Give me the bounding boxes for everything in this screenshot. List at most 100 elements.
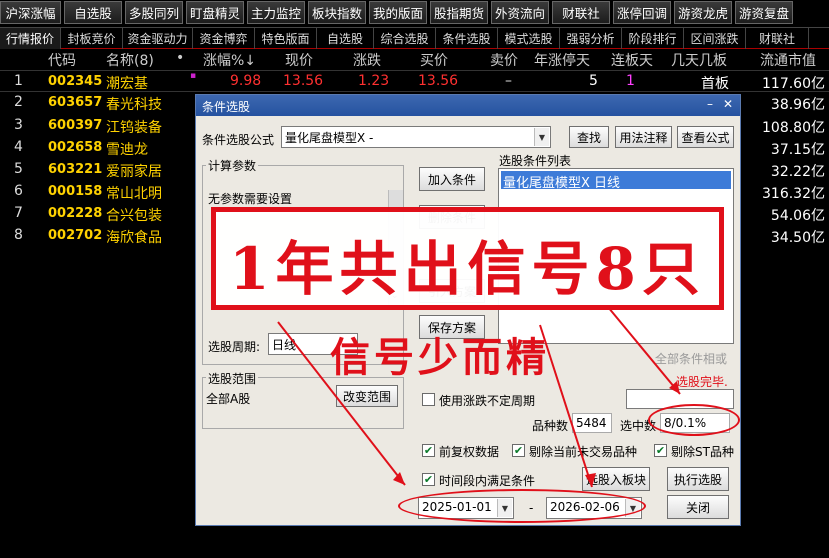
- row-index: 7: [14, 205, 23, 221]
- row-code: 002228: [48, 206, 103, 221]
- header-limit-days[interactable]: 年涨停天: [534, 50, 590, 70]
- view-formula-button[interactable]: 查看公式: [677, 126, 734, 148]
- tab-pattern-select[interactable]: 模式选股: [498, 28, 560, 49]
- header-name[interactable]: 名称(8): [106, 50, 154, 70]
- row-pct: 9.98: [230, 73, 262, 89]
- row-name: 常山北明: [106, 186, 162, 202]
- table-row[interactable]: 1 002345 潮宏基 ▪ 9.98 13.56 1.23 13.56 – 5…: [0, 70, 829, 92]
- topbar-button-main-force[interactable]: 主力监控: [247, 1, 305, 24]
- view-tab-bar: 行情报价 封板竞价 资金驱动力 资金博弈 特色版面 自选股 综合选股 条件选股 …: [0, 27, 829, 49]
- exclude-untraded-checkbox[interactable]: ✔: [512, 444, 525, 457]
- topbar-button-sector-index[interactable]: 板块指数: [308, 1, 366, 24]
- date-to-picker[interactable]: 2026-02-06 ▼: [546, 497, 642, 519]
- all-or-option[interactable]: 全部条件相或: [655, 350, 727, 367]
- date-separator: -: [529, 501, 534, 515]
- tab-condition-select[interactable]: 条件选股: [436, 28, 498, 49]
- close-button[interactable]: 关闭: [667, 495, 729, 519]
- topbar-button-watchlist[interactable]: 自选股: [64, 1, 122, 24]
- count-label: 品种数: [532, 419, 569, 433]
- row-ask: –: [505, 73, 512, 89]
- tab-capital-drive[interactable]: 资金驱动力: [123, 28, 193, 49]
- period-select[interactable]: 日线: [268, 333, 358, 355]
- condition-list-item[interactable]: 量化尾盘模型X 日线: [501, 171, 731, 191]
- row-name: 合兴包装: [106, 208, 162, 224]
- exclude-st-checkbox[interactable]: ✔: [654, 444, 667, 457]
- uncertain-period-checkbox[interactable]: [422, 393, 435, 406]
- row-float-cap: 32.22亿: [770, 164, 825, 180]
- row-float-cap: 117.60亿: [762, 76, 825, 92]
- tab-quotes[interactable]: 行情报价: [0, 28, 61, 49]
- tab-capital-game[interactable]: 资金博弈: [193, 28, 255, 49]
- add-to-board-button[interactable]: 选股入板块: [582, 467, 650, 491]
- formula-label: 条件选股公式: [202, 133, 275, 147]
- tab-feature-layout[interactable]: 特色版面: [255, 28, 317, 49]
- uncertain-period-label: 使用涨跌不定周期: [439, 394, 536, 408]
- row-code: 002658: [48, 140, 103, 155]
- condition-list[interactable]: 量化尾盘模型X 日线: [498, 168, 734, 344]
- chevron-down-icon[interactable]: ▼: [625, 499, 640, 517]
- topbar-button-my-layout[interactable]: 我的版面: [369, 1, 427, 24]
- dialog-title: 条件选股: [202, 100, 251, 114]
- date-from-value: 2025-01-01: [422, 500, 492, 514]
- topbar-button-monitor-sprite[interactable]: 盯盘精灵: [186, 1, 244, 24]
- minimize-icon[interactable]: –: [702, 96, 718, 112]
- uncertain-period-field[interactable]: [626, 389, 734, 409]
- topbar-button-hot-money-dragon[interactable]: 游资龙虎: [674, 1, 732, 24]
- header-change[interactable]: 涨跌: [353, 50, 381, 70]
- save-plan-button[interactable]: 保存方案: [419, 315, 485, 339]
- tab-auction[interactable]: 封板竞价: [61, 28, 123, 49]
- close-icon[interactable]: ✕: [720, 96, 736, 112]
- topbar-button-index-futures[interactable]: 股指期货: [430, 1, 488, 24]
- adjusted-data-checkbox[interactable]: ✔: [422, 444, 435, 457]
- header-float-cap[interactable]: 流通市值: [760, 50, 816, 70]
- chevron-down-icon[interactable]: ⌄: [391, 291, 399, 301]
- tab-stage-ranking[interactable]: 阶段排行: [622, 28, 684, 49]
- time-range-checkbox[interactable]: ✔: [422, 473, 435, 486]
- add-condition-button[interactable]: 加入条件: [419, 167, 485, 191]
- header-ask[interactable]: 卖价: [490, 50, 518, 70]
- find-button[interactable]: 查找: [569, 126, 609, 148]
- row-float-cap: 38.96亿: [770, 97, 825, 113]
- row-float-cap: 316.32亿: [762, 186, 825, 202]
- row-limit-days: 5: [589, 73, 598, 89]
- delete-condition-button[interactable]: 删除条件: [419, 205, 485, 229]
- row-code: 000158: [48, 184, 103, 199]
- calc-params-label: 计算参数: [206, 157, 259, 174]
- tab-watchlist[interactable]: 自选股: [317, 28, 374, 49]
- chevron-down-icon[interactable]: ▼: [497, 499, 512, 517]
- topbar-button-cls[interactable]: 财联社: [552, 1, 610, 24]
- tab-strength-analysis[interactable]: 强弱分析: [560, 28, 622, 49]
- load-plan-button[interactable]: 引入方案: [419, 279, 485, 303]
- count-value: 5484: [572, 413, 612, 433]
- topbar-button-multi-stock[interactable]: 多股同列: [125, 1, 183, 24]
- adjusted-data-label: 前复权数据: [439, 445, 500, 459]
- row-code: 002702: [48, 228, 103, 243]
- row-marker: ▪: [190, 71, 197, 81]
- row-index: 2: [14, 94, 23, 110]
- topbar-button-hs-rise[interactable]: 沪深涨幅: [0, 1, 61, 24]
- tab-range-change[interactable]: 区间涨跌: [684, 28, 746, 49]
- range-label: 选股范围: [206, 370, 259, 387]
- topbar-button-foreign-flow[interactable]: 外资流向: [491, 1, 549, 24]
- formula-select[interactable]: 量化尾盘模型X - ▼: [281, 126, 551, 148]
- header-bid[interactable]: 买价: [420, 50, 448, 70]
- date-from-picker[interactable]: 2025-01-01 ▼: [418, 497, 514, 519]
- topbar-button-limit-pullback[interactable]: 涨停回调: [613, 1, 671, 24]
- change-range-button[interactable]: 改变范围: [336, 385, 398, 407]
- header-consecutive[interactable]: 连板天: [611, 50, 653, 70]
- header-boards[interactable]: 几天几板: [671, 50, 727, 70]
- no-params-text: 无参数需要设置: [208, 192, 293, 206]
- header-price[interactable]: 现价: [285, 50, 313, 70]
- header-code[interactable]: 代码: [48, 50, 76, 70]
- row-change: 1.23: [358, 73, 390, 89]
- header-pct[interactable]: 涨幅%↓: [203, 50, 256, 70]
- tab-cls[interactable]: 财联社: [746, 28, 809, 49]
- chevron-down-icon[interactable]: ▼: [534, 128, 549, 146]
- topbar-button-hot-money-review[interactable]: 游资复盘: [735, 1, 793, 24]
- dialog-titlebar[interactable]: 条件选股 – ✕: [196, 95, 740, 116]
- row-name: 爱丽家居: [106, 164, 162, 180]
- tab-combined-select[interactable]: 综合选股: [374, 28, 436, 49]
- run-select-button[interactable]: 执行选股: [667, 467, 729, 491]
- row-index: 8: [14, 227, 23, 243]
- usage-notes-button[interactable]: 用法注释: [615, 126, 672, 148]
